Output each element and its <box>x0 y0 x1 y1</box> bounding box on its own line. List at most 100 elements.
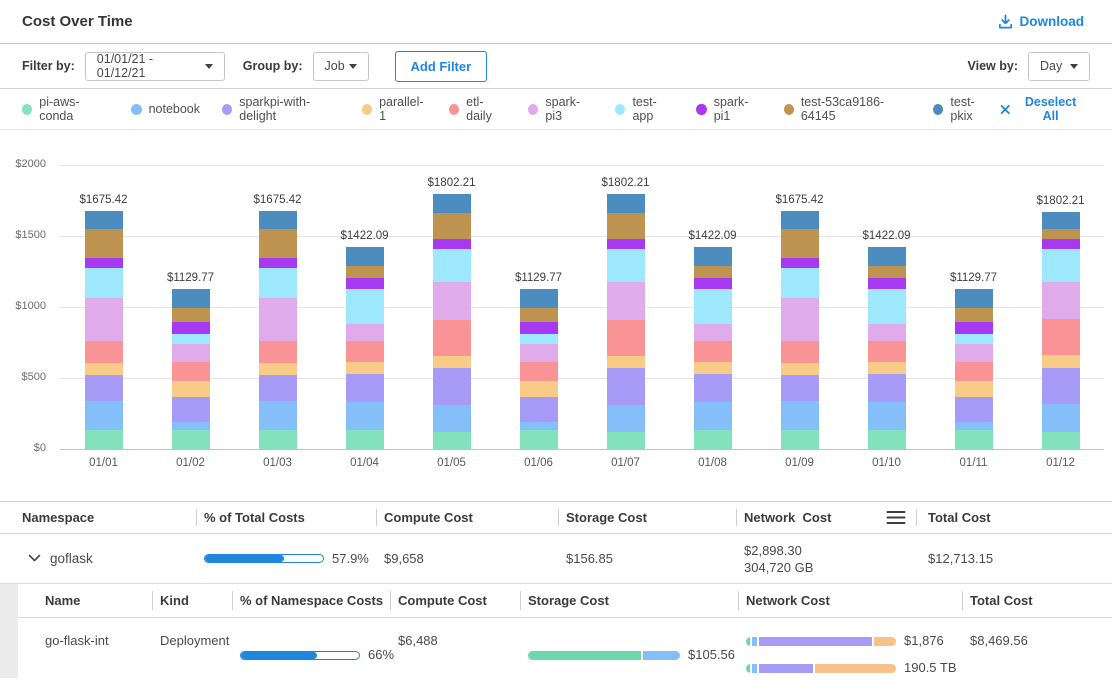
column-header-namespace[interactable]: Namespace <box>0 502 196 533</box>
download-button[interactable]: Download <box>992 13 1091 30</box>
legend-dot-icon <box>528 104 538 115</box>
stacked-bar[interactable] <box>85 211 123 449</box>
column-header-total-cost[interactable]: Total Cost <box>962 584 1112 617</box>
bar-segment-sparkpi-with-delight <box>520 397 558 422</box>
legend-item[interactable]: notebook <box>131 102 200 116</box>
bar-column: $1802.21 <box>582 177 669 449</box>
bar-segment-test-app <box>346 289 384 324</box>
add-filter-button[interactable]: Add Filter <box>395 51 488 82</box>
filter-bar: Filter by: 01/01/21 - 01/12/21 Group by:… <box>0 44 1112 89</box>
bar-segment-spark-pi1 <box>85 258 123 268</box>
bar-segment-spark-pi1 <box>172 322 210 334</box>
bar-segment-spark-pi3 <box>781 298 819 341</box>
bar-segment-test-pkix <box>259 211 297 229</box>
bar-segment-test-app <box>955 334 993 344</box>
namespace-table-header: Namespace % of Total Costs Compute Cost … <box>0 502 1112 534</box>
view-by-dropdown[interactable]: Day <box>1028 52 1090 81</box>
date-range-dropdown[interactable]: 01/01/21 - 01/12/21 <box>85 52 225 81</box>
legend-item[interactable]: spark-pi1 <box>696 95 761 123</box>
column-header-percent-namespace[interactable]: % of Namespace Costs <box>232 584 390 617</box>
cost-over-time-panel: Cost Over Time Download Filter by: 01/01… <box>0 0 1112 678</box>
bar-segment-notebook <box>1042 404 1080 432</box>
bar-segment-pi-aws-conda <box>607 432 645 449</box>
column-header-name[interactable]: Name <box>18 584 152 617</box>
legend-item[interactable]: test-pkix <box>933 95 994 123</box>
chevron-down-icon[interactable] <box>28 554 41 563</box>
legend-item-label: test-pkix <box>950 95 993 123</box>
bar-column: $1129.77 <box>495 272 582 449</box>
legend-item[interactable]: parallel-1 <box>362 95 427 123</box>
column-header-compute-cost[interactable]: Compute Cost <box>376 502 558 533</box>
bar-column: $1129.77 <box>930 272 1017 449</box>
group-by-value: Job <box>325 59 345 73</box>
legend: pi-aws-conda notebook sparkpi-with-delight… <box>0 89 1112 130</box>
group-by-dropdown[interactable]: Job <box>313 52 369 81</box>
bar-segment-parallel-1 <box>694 362 732 374</box>
stacked-bar[interactable] <box>781 211 819 449</box>
panel-header: Cost Over Time Download <box>0 0 1112 44</box>
stacked-bar[interactable] <box>955 289 993 449</box>
namespace-row-goflask[interactable]: goflask 57.9% $9,658 $156.85 $2,898.30 3… <box>0 534 1112 584</box>
column-header-compute-cost[interactable]: Compute Cost <box>390 584 520 617</box>
legend-item[interactable]: spark-pi3 <box>528 95 593 123</box>
bar-segment-test-pkix <box>520 289 558 309</box>
bar-segment-test-pkix <box>781 211 819 229</box>
legend-dot-icon <box>784 104 794 115</box>
progress-fill <box>241 652 317 659</box>
bar-segment-spark-pi1 <box>346 278 384 289</box>
bar-segment-sparkpi-with-delight <box>607 368 645 405</box>
bar-segment-spark-pi3 <box>346 324 384 341</box>
column-header-network-cost[interactable]: Network Cost <box>738 584 962 617</box>
stacked-bar[interactable] <box>172 289 210 449</box>
chevron-down-icon <box>349 64 357 69</box>
bar-segment-spark-pi3 <box>868 324 906 341</box>
column-header-storage-cost[interactable]: Storage Cost <box>520 584 738 617</box>
bar-segment-test-pkix <box>955 289 993 309</box>
x-axis-label: 01/07 <box>582 457 669 469</box>
column-header-total-cost[interactable]: Total Cost <box>916 502 1112 533</box>
bar-segment-etl-daily <box>259 341 297 363</box>
column-header-percent-total[interactable]: % of Total Costs <box>196 502 376 533</box>
stacked-bar[interactable] <box>1042 212 1080 449</box>
stacked-bar[interactable] <box>520 289 558 449</box>
bar-total-label: $1422.09 <box>341 230 389 242</box>
bar-segment-parallel-1 <box>868 362 906 374</box>
y-axis-tick-label: $0 <box>34 442 46 454</box>
bar-segment-notebook <box>346 402 384 430</box>
column-header-storage-cost[interactable]: Storage Cost <box>558 502 736 533</box>
bar-segment-etl-daily <box>520 362 558 382</box>
legend-item[interactable]: etl-daily <box>449 95 506 123</box>
deselect-all-button[interactable]: Deselect All <box>994 94 1090 124</box>
bar-segment-spark-pi1 <box>1042 239 1080 250</box>
bar-segment-test-app <box>781 268 819 298</box>
bar-segment-sparkpi-with-delight <box>1042 368 1080 404</box>
legend-item[interactable]: test-app <box>615 95 674 123</box>
stacked-bar[interactable] <box>607 194 645 449</box>
legend-item[interactable]: test-53ca9186-64145 <box>784 95 912 123</box>
column-header-kind[interactable]: Kind <box>152 584 232 617</box>
view-by-label: View by: <box>968 59 1018 73</box>
bar-column: $1129.77 <box>147 272 234 449</box>
workload-name: go-flask-int <box>18 618 152 678</box>
bar-segment-test-app <box>85 268 123 298</box>
stacked-bar[interactable] <box>433 194 471 449</box>
legend-dot-icon <box>362 104 372 115</box>
stacked-bar[interactable] <box>259 211 297 449</box>
column-menu-icon[interactable] <box>886 510 906 525</box>
stacked-bar[interactable] <box>346 247 384 449</box>
column-header-network-cost[interactable]: Network Cost <box>736 502 916 533</box>
bar-segment-test-pkix <box>1042 212 1080 229</box>
bar-segment-notebook <box>781 401 819 430</box>
bar-segment-pi-aws-conda <box>520 430 558 449</box>
bar-segment-test-53ca9186-64145 <box>694 266 732 279</box>
stacked-bar[interactable] <box>694 247 732 449</box>
bar-segment-etl-daily <box>694 341 732 362</box>
stacked-bar[interactable] <box>868 247 906 449</box>
x-axis-label: 01/08 <box>669 457 756 469</box>
legend-item[interactable]: pi-aws-conda <box>22 95 109 123</box>
workload-row-go-flask-int[interactable]: go-flask-int Deployment 66% $6,488 $105.… <box>18 618 1112 678</box>
deselect-all-label: Deselect All <box>1017 95 1084 123</box>
bar-segment-test-pkix <box>172 289 210 309</box>
legend-item[interactable]: sparkpi-with-delight <box>222 95 340 123</box>
bar-column: $1675.42 <box>60 194 147 449</box>
